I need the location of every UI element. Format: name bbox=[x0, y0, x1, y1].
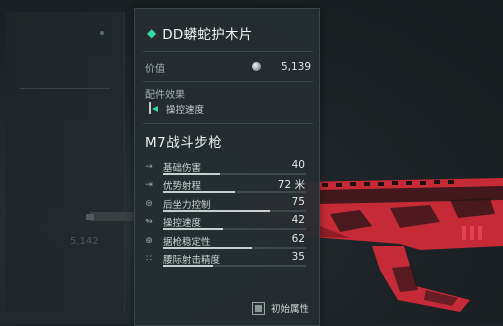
damage-icon: → bbox=[145, 162, 153, 172]
stat-row: → 基础伤害 40 bbox=[143, 159, 313, 177]
stat-row: ⇥ 优势射程 72 米 bbox=[143, 177, 313, 195]
stat-label: 腰际射击精度 bbox=[163, 254, 221, 266]
stat-label: 后坐力控制 bbox=[163, 199, 211, 211]
weapon-name: M7战斗步枪 bbox=[145, 135, 223, 151]
handling-boost-icon bbox=[149, 102, 158, 114]
stat-bar bbox=[163, 191, 306, 194]
divider bbox=[143, 51, 313, 52]
stat-bar-fill bbox=[163, 264, 214, 267]
stat-row: ⊕ 据枪稳定性 62 bbox=[143, 233, 313, 251]
title-row: ◆ DD蟒蛇护木片 bbox=[147, 23, 253, 43]
stat-label: 优势射程 bbox=[163, 181, 202, 193]
range-icon: ⇥ bbox=[145, 180, 153, 191]
stats-list: → 基础伤害 40 ⇥ 优势射程 72 米 ⊜ 后坐力控制 75 ↬ 操控速度 … bbox=[143, 159, 313, 269]
stat-bar bbox=[163, 264, 306, 267]
stat-bar-fill bbox=[163, 246, 252, 249]
stability-icon: ⊕ bbox=[145, 235, 153, 246]
base-stats-label: 初始属性 bbox=[270, 304, 309, 315]
divider bbox=[143, 81, 313, 82]
stat-label: 据枪稳定性 bbox=[163, 236, 211, 248]
hipfire-icon: ∷ bbox=[146, 253, 152, 264]
item-detail-panel: ◆ DD蟒蛇护木片 价值 5,139 配件效果 操控速度 M7战斗步枪 → 基础… bbox=[134, 8, 320, 326]
handling-icon: ↬ bbox=[145, 217, 153, 228]
stat-bar bbox=[163, 228, 306, 231]
effects-label: 配件效果 bbox=[145, 90, 185, 101]
stat-value: 35 bbox=[291, 250, 305, 263]
stat-bar-fill bbox=[163, 191, 235, 194]
stat-row: ⊜ 后坐力控制 75 bbox=[143, 196, 313, 214]
recoil-icon: ⊜ bbox=[145, 198, 153, 209]
stat-value: 42 bbox=[291, 214, 305, 227]
base-stats-toggle[interactable]: 初始属性 bbox=[251, 301, 309, 315]
stat-bar-fill bbox=[163, 228, 224, 231]
rarity-icon: ◆ bbox=[147, 26, 157, 40]
stat-value: 62 bbox=[291, 232, 305, 245]
item-title: DD蟒蛇护木片 bbox=[162, 27, 253, 43]
base-stats-checkbox[interactable] bbox=[251, 301, 265, 315]
stat-bar bbox=[163, 209, 306, 212]
stat-row: ∷ 腰际射击精度 35 bbox=[143, 251, 313, 269]
stat-row: ↬ 操控速度 42 bbox=[143, 214, 313, 232]
stat-bar bbox=[163, 246, 306, 249]
effect-text: 操控速度 bbox=[166, 105, 205, 116]
stat-bar-fill bbox=[163, 209, 271, 212]
stat-label: 操控速度 bbox=[163, 218, 202, 230]
stat-bar bbox=[163, 173, 306, 175]
stat-value: 40 bbox=[291, 159, 305, 171]
price-label: 价值 bbox=[145, 63, 165, 75]
stat-label: 基础伤害 bbox=[163, 163, 202, 174]
price-value: 5,139 bbox=[280, 61, 311, 73]
stat-value: 72 米 bbox=[277, 179, 305, 192]
price-row: 价值 5,139 bbox=[145, 57, 311, 77]
stat-bar-fill bbox=[163, 173, 221, 175]
stat-value: 75 bbox=[291, 195, 305, 208]
divider bbox=[143, 123, 313, 124]
coin-icon bbox=[252, 62, 261, 71]
